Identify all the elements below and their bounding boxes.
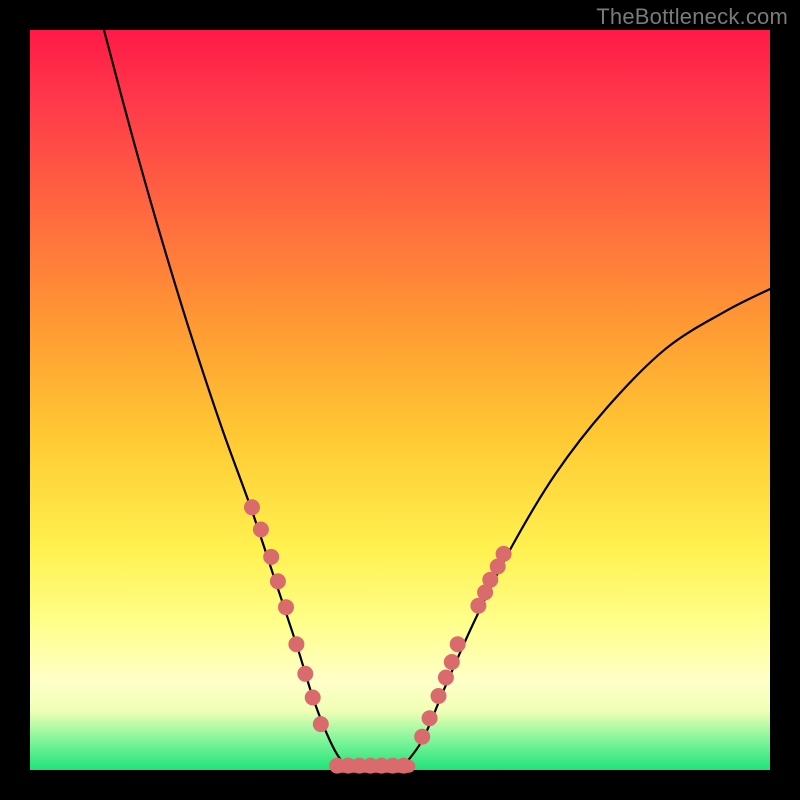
marker-right xyxy=(450,636,466,652)
chart-frame: TheBottleneck.com xyxy=(0,0,800,800)
marker-right xyxy=(431,688,447,704)
left-curve xyxy=(104,30,348,770)
marker-left xyxy=(263,549,279,565)
plot-area xyxy=(30,30,770,770)
marker-left xyxy=(297,666,313,682)
curve-layer xyxy=(30,30,770,770)
marker-left xyxy=(313,716,329,732)
marker-right xyxy=(496,546,512,562)
marker-right xyxy=(444,654,460,670)
marker-right xyxy=(422,710,438,726)
marker-left xyxy=(270,573,286,589)
marker-left xyxy=(278,599,294,615)
marker-left xyxy=(305,690,321,706)
watermark-text: TheBottleneck.com xyxy=(596,4,788,30)
marker-right xyxy=(414,729,430,745)
marker-bottom xyxy=(396,758,412,774)
marker-left xyxy=(244,499,260,515)
marker-left xyxy=(253,522,269,538)
right-curve xyxy=(400,289,770,770)
marker-left xyxy=(288,636,304,652)
marker-right xyxy=(438,670,454,686)
